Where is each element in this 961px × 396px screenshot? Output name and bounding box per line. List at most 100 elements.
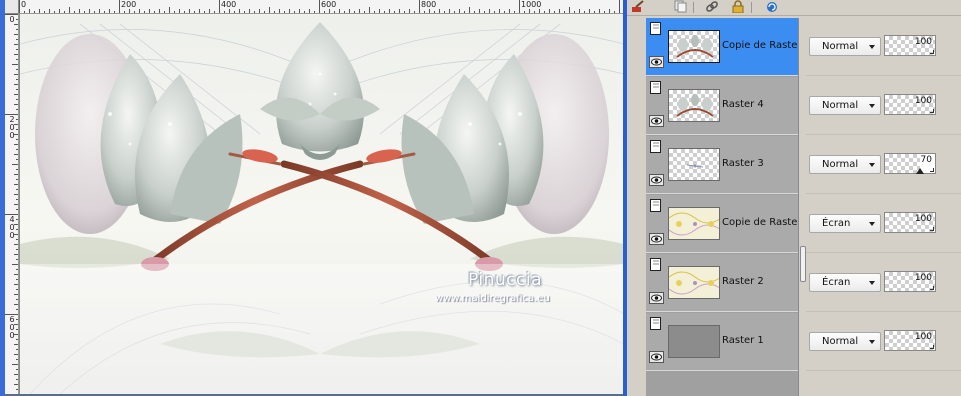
blend-mode-value: Écran (822, 277, 851, 288)
layer-thumbnail[interactable] (668, 148, 720, 181)
layer-properties-row: Normal 100 (806, 18, 961, 76)
ruler-label-200: 200 (121, 0, 137, 9)
blend-mode-dropdown[interactable]: Normal (809, 155, 881, 174)
layer-name: Raster 2 (722, 276, 764, 287)
layer-properties-column: Normal 100 Normal 100 Normal 70 Écran 100 Écran 1… (806, 18, 961, 396)
brush-icon[interactable] (631, 0, 645, 13)
ruler-label-600: 600 (321, 0, 337, 9)
visibility-eye-icon[interactable] (649, 232, 664, 245)
ruler-label-0: 0 (21, 0, 27, 9)
opacity-slider[interactable]: 100 (884, 330, 936, 351)
layer-properties-row: Écran 100 (806, 254, 961, 312)
toolbar-separator (693, 2, 694, 13)
chevron-down-icon[interactable] (869, 45, 875, 49)
chevron-down-icon[interactable] (869, 281, 875, 285)
resize-corner-icon (930, 227, 934, 231)
link-icon[interactable] (705, 0, 719, 13)
layer-row[interactable]: Raster 2 (646, 254, 798, 312)
layer-row[interactable]: Raster 4 (646, 77, 798, 135)
layer-name: Raster 4 (722, 99, 764, 110)
layer-properties-row: Normal 100 (806, 313, 961, 371)
layer-copy-icon[interactable] (674, 0, 688, 13)
ruler-v-label-0: 0 (9, 15, 15, 24)
layer-row[interactable]: Copie de Raster 2 (646, 195, 811, 253)
chevron-down-icon[interactable] (869, 163, 875, 167)
layer-type-icon[interactable] (650, 22, 663, 36)
visibility-eye-icon[interactable] (649, 173, 664, 186)
ruler-corner (5, 0, 19, 14)
ruler-v-label-200: 2 0 0 (9, 115, 15, 140)
layer-type-icon[interactable] (650, 258, 663, 272)
chevron-down-icon[interactable] (869, 104, 875, 108)
opacity-value: 70 (920, 155, 932, 165)
app-root: 0 200 400 600 800 1000 0 2 0 0 4 0 0 6 0… (0, 0, 961, 396)
visibility-eye-icon[interactable] (649, 350, 664, 363)
layer-type-icon[interactable] (650, 140, 663, 154)
ruler-label-800: 800 (421, 0, 437, 9)
blend-mode-dropdown[interactable]: Normal (809, 332, 881, 351)
canvas-artwork (20, 14, 623, 394)
blend-mode-value: Normal (822, 336, 859, 347)
blend-mode-dropdown[interactable]: Normal (809, 96, 881, 115)
ruler-vertical: 0 2 0 0 4 0 0 6 0 0 (5, 14, 19, 394)
layer-type-icon[interactable] (650, 317, 663, 331)
opacity-slider[interactable]: 100 (884, 271, 936, 292)
layer-properties-row: Normal 100 (806, 77, 961, 135)
layers-palette: Copie de Raster 4 Raster 4 Raster 3 Copie d… (627, 0, 961, 396)
resize-corner-icon (930, 286, 934, 290)
blend-mode-dropdown[interactable]: Normal (809, 37, 881, 56)
layer-row[interactable]: Raster 1 (646, 313, 798, 371)
layer-list: Copie de Raster 4 Raster 4 Raster 3 Copie d… (646, 18, 811, 396)
blend-mode-value: Écran (822, 218, 851, 229)
opacity-fill (885, 154, 920, 173)
palette-splitter[interactable] (798, 18, 806, 396)
blend-mode-dropdown[interactable]: Écran (809, 273, 881, 292)
layer-name: Raster 1 (722, 335, 764, 346)
layer-type-icon[interactable] (650, 81, 663, 95)
lock-icon[interactable] (731, 0, 745, 14)
opacity-value: 100 (914, 96, 932, 106)
visibility-eye-icon[interactable] (649, 114, 664, 127)
blend-mode-value: Normal (822, 159, 859, 170)
document-window: 0 200 400 600 800 1000 0 2 0 0 4 0 0 6 0… (0, 0, 627, 396)
opacity-value: 100 (914, 214, 932, 224)
layer-properties-row: Normal 70 (806, 136, 961, 194)
layer-name: Raster 3 (722, 158, 764, 169)
resize-corner-icon (930, 168, 934, 172)
opacity-marker-icon[interactable] (916, 168, 924, 174)
opacity-slider[interactable]: 100 (884, 94, 936, 115)
ruler-label-400: 400 (221, 0, 237, 9)
resize-corner-icon (930, 109, 934, 113)
layer-thumbnail[interactable] (668, 89, 720, 122)
blend-mode-dropdown[interactable]: Écran (809, 214, 881, 233)
visibility-eye-icon[interactable] (649, 55, 664, 68)
ruler-horizontal: 0 200 400 600 800 1000 (19, 0, 623, 14)
opacity-slider[interactable]: 70 (884, 153, 936, 174)
blend-mode-value: Normal (822, 100, 859, 111)
opacity-slider[interactable]: 100 (884, 212, 936, 233)
chevron-down-icon[interactable] (869, 222, 875, 226)
chevron-down-icon[interactable] (869, 340, 875, 344)
layer-row[interactable]: Raster 3 (646, 136, 798, 194)
layer-thumbnail[interactable] (668, 266, 720, 299)
visibility-eye-icon[interactable] (649, 291, 664, 304)
layer-thumbnail[interactable] (668, 207, 720, 240)
layer-row[interactable]: Copie de Raster 4 (646, 18, 811, 76)
toolbar-separator (751, 2, 752, 13)
opacity-value: 100 (914, 273, 932, 283)
ruler-label-1000: 1000 (521, 0, 542, 9)
opacity-slider[interactable]: 100 (884, 35, 936, 56)
palette-toolbar (627, 0, 961, 16)
opacity-value: 100 (914, 37, 932, 47)
layer-properties-row: Écran 100 (806, 195, 961, 253)
layer-thumbnail[interactable] (668, 30, 720, 63)
image-canvas[interactable]: Pinuccia www.maidiregrafica.eu (19, 14, 623, 394)
layer-type-icon[interactable] (650, 199, 663, 213)
opacity-value: 100 (914, 332, 932, 342)
ruler-v-label-400: 4 0 0 (9, 215, 15, 240)
resize-corner-icon (930, 345, 934, 349)
layer-thumbnail[interactable] (668, 325, 720, 358)
ruler-v-label-600: 6 0 0 (9, 315, 15, 340)
refresh-icon[interactable] (765, 0, 779, 13)
blend-mode-value: Normal (822, 41, 859, 52)
